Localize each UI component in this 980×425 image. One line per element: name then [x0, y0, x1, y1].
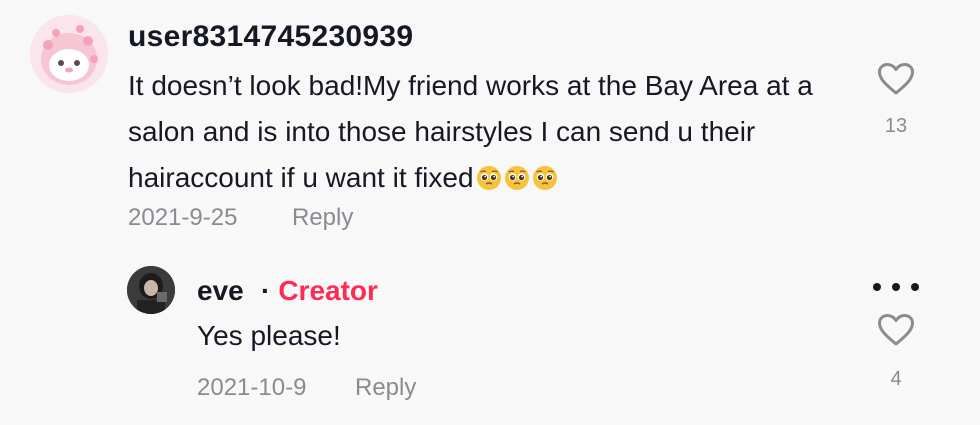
comment-text: Yes please!	[197, 320, 341, 351]
creator-label: · Creator	[255, 275, 378, 307]
separator: ·	[261, 275, 271, 306]
pleading-face-emoji-icon	[532, 166, 557, 190]
more-options-icon[interactable]	[873, 279, 919, 295]
avatar-image	[30, 15, 108, 93]
like-count: 4	[890, 368, 902, 390]
pleading-face-emoji-icon	[504, 166, 529, 190]
comment-text: It doesn’t look bad!My friend works at t…	[128, 63, 858, 201]
avatar-image	[127, 266, 175, 314]
like-count: 13	[884, 115, 908, 137]
avatar[interactable]	[30, 15, 108, 93]
comment-username[interactable]: eve	[197, 275, 244, 307]
comment-date: 2021-9-25	[128, 204, 238, 231]
like-control: 4	[866, 313, 926, 391]
dot	[873, 283, 881, 291]
comment-date: 2021-10-9	[197, 374, 307, 401]
comment-text-content: It doesn’t look bad!My friend works at t…	[128, 70, 813, 193]
like-control: 13	[866, 62, 926, 138]
dot	[892, 283, 900, 291]
pleading-face-emoji-icon	[476, 166, 501, 190]
dot	[911, 283, 919, 291]
creator-badge: Creator	[278, 275, 378, 306]
reply-button[interactable]: Reply	[355, 374, 416, 402]
avatar[interactable]	[127, 266, 175, 314]
heart-outline-icon[interactable]	[877, 313, 915, 347]
heart-outline-icon[interactable]	[877, 62, 915, 96]
reply-button[interactable]: Reply	[292, 204, 353, 232]
comment-username[interactable]: user8314745230939	[128, 20, 413, 54]
